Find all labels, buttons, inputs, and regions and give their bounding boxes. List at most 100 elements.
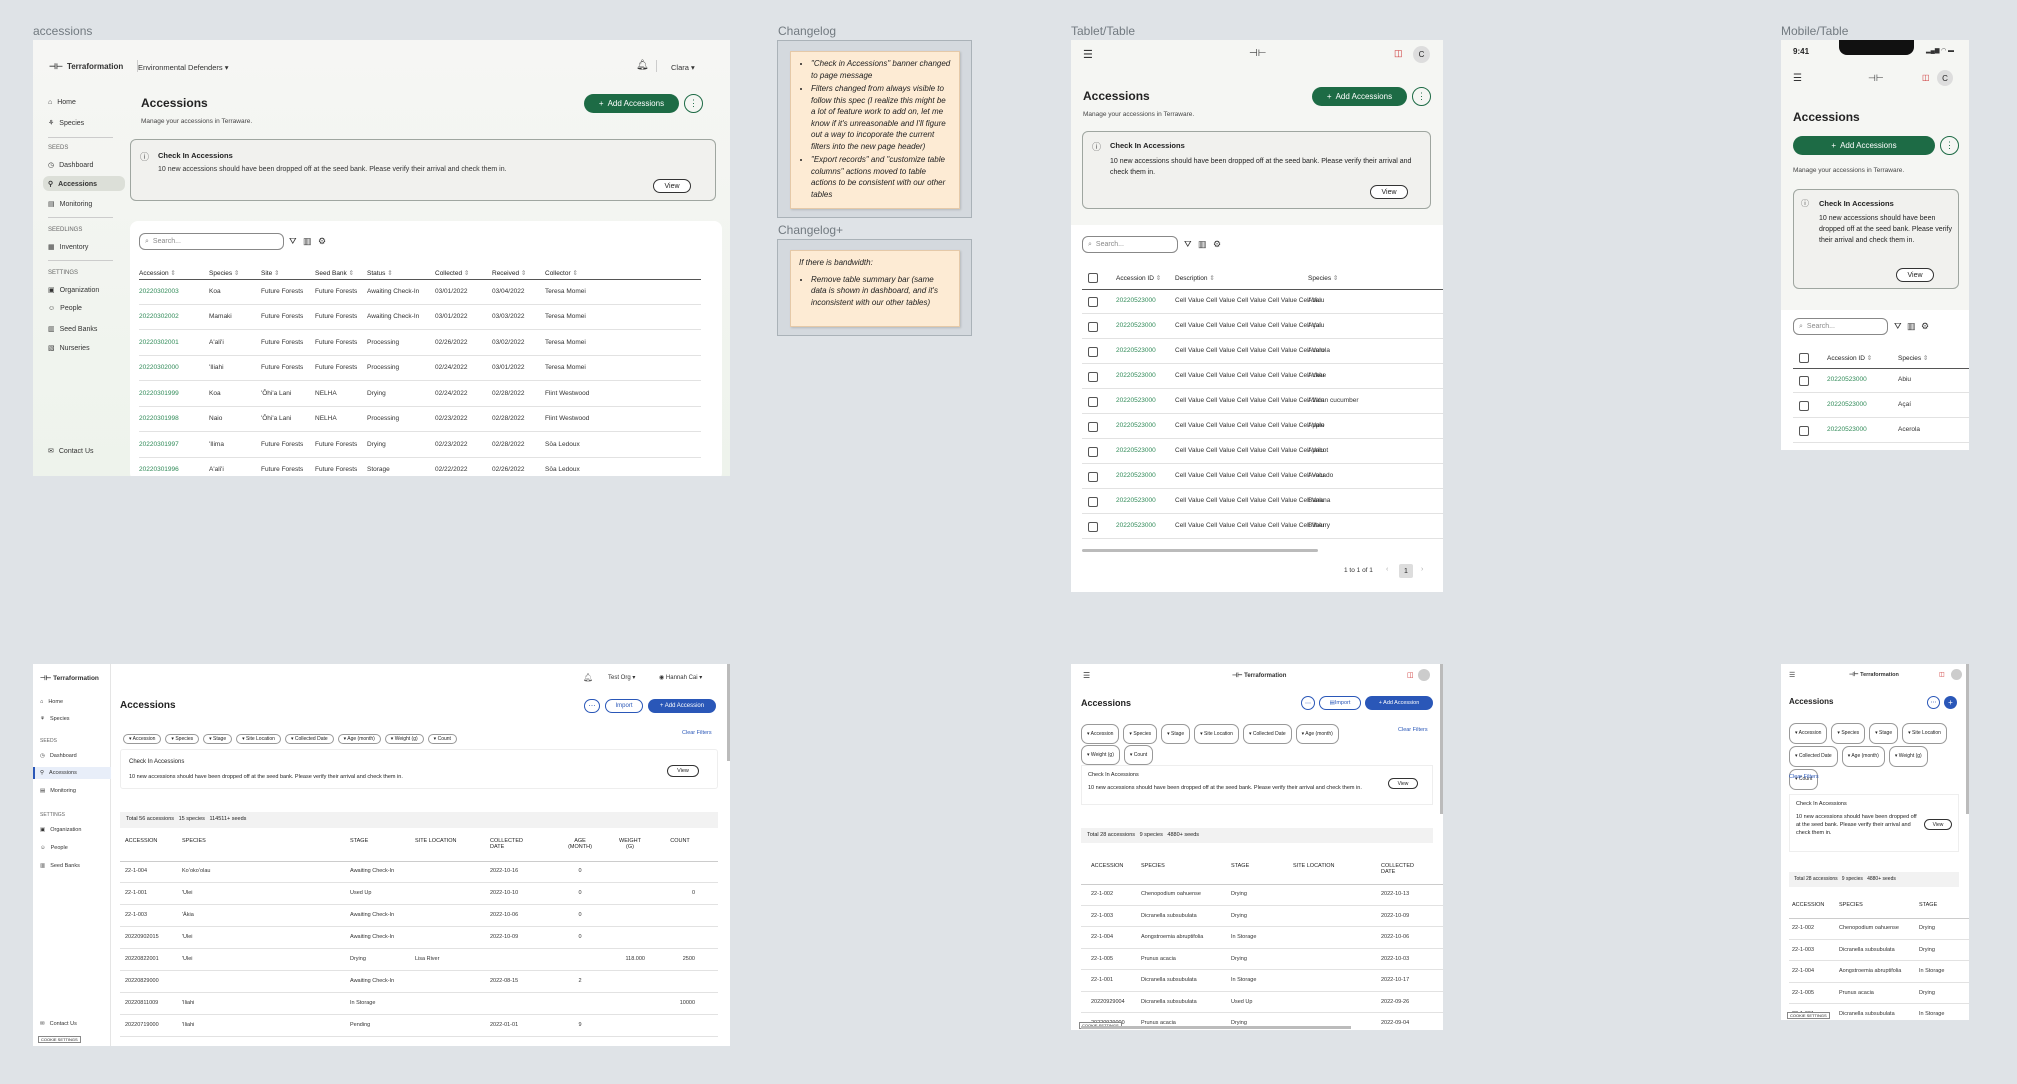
cookie-settings-button[interactable]: COOKIE SETTINGS — [38, 1036, 81, 1043]
table-row[interactable]: 20220523000 Cell Value Cell Value Cell Va… — [1082, 514, 1443, 539]
column-header[interactable]: ACCESSION — [125, 838, 175, 844]
accession-link[interactable]: 20220302003 — [139, 288, 179, 295]
accession-link[interactable]: 20220523000 — [1116, 297, 1156, 304]
table-row[interactable]: 22-1-004 Aongstroemia abruptifolia In Stor… — [1081, 927, 1443, 949]
add-accessions-button[interactable]: + Add Accessions — [1312, 87, 1407, 106]
table-row[interactable]: 20220523000 Cell Value Cell Value Cell Va… — [1082, 464, 1443, 489]
filter-chip[interactable]: ▾ Accession — [1789, 723, 1828, 744]
filter-chip[interactable]: ▾ Age (month) — [337, 734, 381, 744]
sort-icon[interactable]: ⇕ — [385, 270, 392, 277]
sidebar-item-nurseries[interactable]: ▧ Nurseries — [48, 344, 90, 353]
table-row[interactable]: 20220302000 'Iliahi Future Forests Future F… — [139, 356, 701, 381]
column-header[interactable]: COLLECTED DATE — [1381, 863, 1421, 875]
table-row[interactable]: 22-1-001 Dicranella subsubulata In Storage… — [1081, 970, 1443, 992]
table-row[interactable]: 22-1-003 'Ākia Awaiting Check-In 2022-10-06… — [120, 905, 718, 927]
columns-icon[interactable]: ▥ — [1907, 321, 1916, 332]
sidebar-item-monitoring[interactable]: ▤ Monitoring — [48, 200, 92, 209]
column-header[interactable]: Site ⇕ — [261, 269, 279, 277]
filter-chip[interactable]: ▾ Weight (g) — [1888, 746, 1928, 767]
row-checkbox[interactable] — [1088, 496, 1098, 507]
column-header[interactable]: Status ⇕ — [367, 269, 393, 277]
column-header[interactable]: Accession ID ⇕ — [1116, 274, 1161, 282]
table-row[interactable]: 22-1-003 Dicranella subsubulata Drying 2022… — [1081, 906, 1443, 927]
sort-icon[interactable]: ⇕ — [232, 270, 239, 277]
sidebar-item-monitoring[interactable]: ▤ Monitoring — [40, 788, 76, 794]
columns-icon[interactable]: ▥ — [303, 236, 312, 247]
notification-icon[interactable]: ◫ — [1394, 48, 1403, 59]
notice-view-button[interactable]: View — [1370, 185, 1408, 199]
logo[interactable]: ⊣⊢ Terraformation — [1232, 672, 1286, 679]
row-checkbox[interactable] — [1799, 375, 1809, 386]
row-checkbox[interactable] — [1088, 446, 1098, 457]
column-header[interactable]: SITE LOCATION — [415, 838, 475, 844]
table-row[interactable]: 22-1-002 Chenopodium oahuense Drying — [1789, 918, 1969, 940]
more-options-icon[interactable]: ⋮ — [684, 94, 703, 113]
table-row[interactable]: 22-1-001 'Ulei Used Up 2022-10-10 0 0 — [120, 883, 718, 905]
table-row[interactable]: 20220523000 Cell Value Cell Value Cell Va… — [1082, 289, 1443, 314]
accession-link[interactable]: 20220301998 — [139, 415, 179, 422]
sort-icon[interactable]: ⇕ — [1154, 275, 1161, 282]
search-input[interactable]: ⌕ Search... — [1793, 318, 1888, 335]
sidebar-item-dashboard[interactable]: ◷ Dashboard — [48, 161, 93, 170]
row-checkbox[interactable] — [1799, 400, 1809, 411]
filter-chip[interactable]: ▾ Collected Date — [1242, 724, 1292, 744]
avatar[interactable]: C — [1413, 46, 1430, 63]
row-checkbox[interactable] — [1088, 371, 1098, 382]
table-row[interactable]: 20220829000 Awaiting Check-In 2022-08-15 2 — [120, 971, 718, 993]
sort-icon[interactable]: ⇕ — [272, 270, 279, 277]
sidebar-item-home[interactable]: ⌂ Home — [40, 699, 63, 705]
menu-icon[interactable]: ☰ — [1793, 73, 1802, 84]
filter-icon[interactable]: ⛛ — [1894, 321, 1902, 332]
accession-link[interactable]: 20220523000 — [1116, 522, 1156, 529]
row-checkbox[interactable] — [1088, 396, 1098, 407]
notice-view-button[interactable]: View — [1896, 268, 1934, 282]
filter-icon[interactable]: ⛛ — [289, 236, 297, 247]
table-row[interactable]: 20220929004 Dicranella subsubulata Used Up… — [1081, 992, 1443, 1013]
column-header[interactable]: Description ⇕ — [1175, 274, 1215, 282]
table-row[interactable]: 22-1-004 Aongstroemia abruptifolia In Stor… — [1789, 961, 1969, 983]
table-row[interactable]: 20220301997 'Ilima Future Forests Future Fo… — [139, 432, 701, 458]
sidebar-item-people[interactable]: ☺ People — [40, 845, 68, 851]
add-accession-button[interactable]: + Add Accession — [1365, 696, 1433, 710]
filter-chip[interactable]: ▾ Collected Date — [1789, 746, 1838, 767]
clear-filters-link[interactable]: Clear Filters — [682, 730, 712, 736]
logo-mark-icon[interactable]: ⊣⊢ — [1868, 73, 1884, 84]
clear-filters-link[interactable]: Clear Filters — [1789, 774, 1819, 780]
org-selector[interactable]: Test Org ▾ — [608, 674, 635, 681]
page-number[interactable]: 1 — [1399, 564, 1413, 578]
sidebar-item-organization[interactable]: ▣ Organization — [40, 827, 81, 833]
sidebar-item-organization[interactable]: ▣ Organization — [48, 286, 99, 295]
sidebar-item-seed-banks[interactable]: ▥ Seed Banks — [40, 863, 80, 869]
bell-icon[interactable]: 🔔︎ — [583, 673, 593, 682]
filter-chip[interactable]: ▾ Site Location — [236, 734, 281, 744]
settings-icon[interactable]: ⚙ — [1213, 239, 1221, 250]
sort-icon[interactable]: ⇕ — [347, 270, 354, 277]
column-header[interactable]: Species ⇕ — [209, 269, 239, 277]
bell-icon[interactable]: 🔔︎ — [636, 60, 649, 71]
accession-link[interactable]: 20220301999 — [139, 390, 179, 397]
table-row[interactable]: 20220302002 Mamaki Future Forests Future Fo… — [139, 305, 701, 330]
filter-chip[interactable]: ▾ Species — [165, 734, 200, 744]
accession-link[interactable]: 20220301997 — [139, 441, 179, 448]
row-checkbox[interactable] — [1799, 425, 1809, 436]
cookie-settings-button[interactable]: COOKIE SETTINGS — [1787, 1012, 1830, 1019]
user-menu[interactable]: ◉ Hannah Cai ▾ — [659, 674, 702, 681]
accession-link[interactable]: 20220523000 — [1827, 426, 1867, 433]
more-options-icon[interactable]: ⋮ — [1412, 87, 1431, 106]
notification-icon[interactable]: ◫ — [1922, 73, 1930, 82]
accession-link[interactable]: 20220302002 — [139, 313, 179, 320]
filter-chip[interactable]: ▾ Accession — [1081, 724, 1120, 744]
more-options-icon[interactable]: ⋯ — [1301, 696, 1315, 710]
logo[interactable]: ⊣⊢ Terraformation — [40, 674, 99, 682]
table-row[interactable]: 20220301998 Naio 'Ōhi'a Lani NELHA Processin… — [139, 407, 701, 432]
table-row[interactable]: 20220523000 Acerola — [1793, 418, 1969, 443]
sidebar-item-seed-banks[interactable]: ▥ Seed Banks — [48, 325, 97, 334]
sidebar-item-people[interactable]: ☺ People — [48, 305, 82, 312]
table-row[interactable]: 20220523000 Cell Value Cell Value Cell Va… — [1082, 314, 1443, 339]
accession-link[interactable]: 20220523000 — [1116, 472, 1156, 479]
row-checkbox[interactable] — [1088, 296, 1098, 307]
table-row[interactable]: 20220523000 Cell Value Cell Value Cell Va… — [1082, 489, 1443, 514]
more-options-icon[interactable]: ⋯ — [584, 699, 600, 713]
sort-icon[interactable]: ⇕ — [1208, 275, 1214, 282]
notice-view-button[interactable]: View — [1388, 778, 1418, 789]
